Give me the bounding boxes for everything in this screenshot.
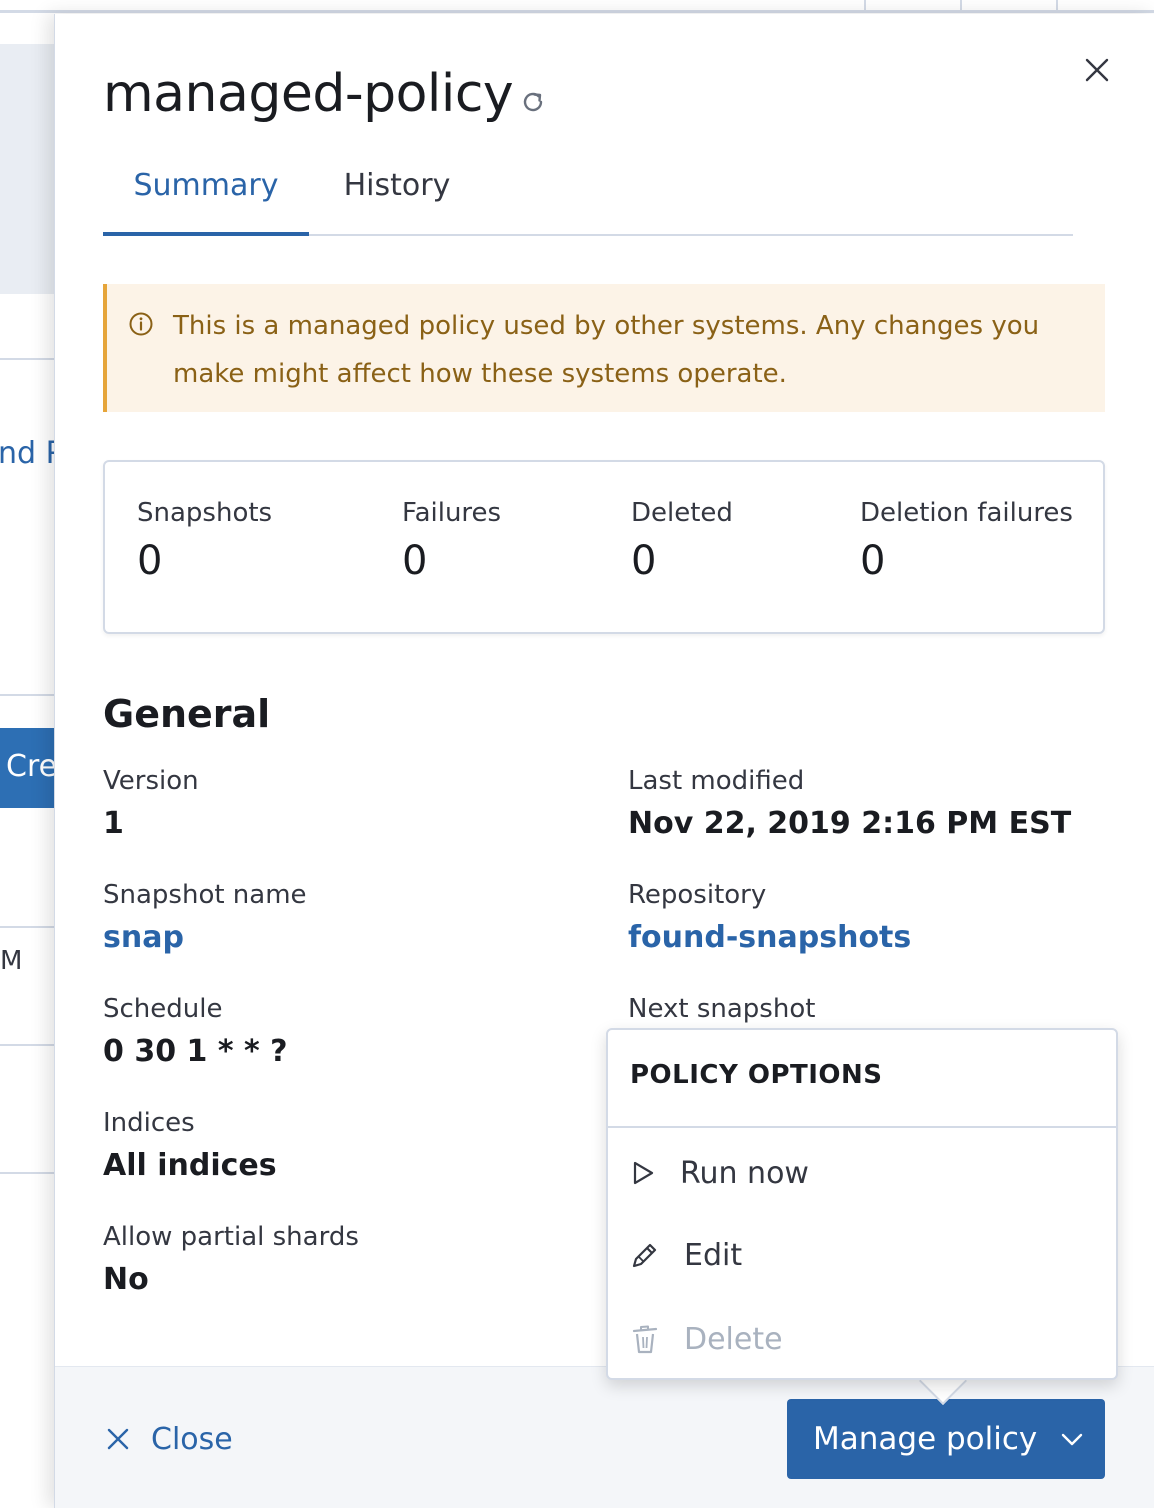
menu-item-label: Run now xyxy=(680,1155,809,1191)
general-section-title: General xyxy=(103,692,271,736)
flyout-footer: Close Manage policy xyxy=(55,1366,1154,1508)
field-allow-partial-shards: Allow partial shards No xyxy=(103,1222,359,1297)
background-link-text[interactable]: nd P xyxy=(0,436,54,471)
stat-label: Failures xyxy=(402,498,502,528)
close-button-label: Close xyxy=(151,1421,233,1457)
field-value: Nov 22, 2019 2:16 PM EST xyxy=(628,806,1072,841)
field-version: Version 1 xyxy=(103,766,199,841)
field-snapshot-name: Snapshot name snap xyxy=(103,880,307,955)
background-column-separator xyxy=(1056,0,1058,12)
flyout-title: managed-policy xyxy=(103,64,514,124)
popover-title: POLICY OPTIONS xyxy=(630,1060,883,1090)
snapshot-stats-panel: Snapshots 0 Failures 0 Deleted 0 Deletio… xyxy=(103,460,1105,634)
tab-history[interactable]: History xyxy=(309,168,485,236)
stat-value: 0 xyxy=(860,538,886,584)
background-divider xyxy=(0,694,54,696)
chevron-down-icon xyxy=(1062,1433,1083,1446)
background-text: M xyxy=(0,946,23,976)
stat-deletion-failures: Deletion failures 0 xyxy=(860,498,1073,584)
field-next-snapshot: Next snapshot xyxy=(628,994,815,1024)
field-value: 1 xyxy=(103,806,124,841)
callout-text: This is a managed policy used by other s… xyxy=(173,311,1040,389)
field-indices: Indices All indices xyxy=(103,1108,277,1183)
background-column-separator xyxy=(960,0,962,12)
stat-failures: Failures 0 xyxy=(402,498,501,584)
menu-item-delete[interactable]: Delete xyxy=(630,1314,783,1364)
field-label: Schedule xyxy=(103,994,223,1024)
tab-summary[interactable]: Summary xyxy=(103,168,309,236)
menu-item-run-now[interactable]: Run now xyxy=(630,1148,809,1198)
stat-value: 0 xyxy=(402,538,428,584)
field-label: Next snapshot xyxy=(628,994,816,1024)
play-icon xyxy=(633,1161,654,1185)
tab-bar: Summary History xyxy=(103,154,1073,236)
popover-divider xyxy=(608,1126,1116,1128)
close-icon[interactable] xyxy=(1081,54,1113,86)
policy-options-popover: POLICY OPTIONS Run now Edit Delete xyxy=(606,1028,1118,1380)
manage-policy-button-label: Manage policy xyxy=(813,1421,1038,1457)
close-button[interactable]: Close xyxy=(105,1417,233,1461)
stat-deleted: Deleted 0 xyxy=(631,498,733,584)
field-value: No xyxy=(103,1262,149,1297)
field-schedule: Schedule 0 30 1 * * ? xyxy=(103,994,288,1069)
stat-value: 0 xyxy=(631,538,657,584)
menu-item-label: Edit xyxy=(684,1237,743,1273)
field-value: 0 30 1 * * ? xyxy=(103,1034,288,1069)
stat-value: 0 xyxy=(137,538,163,584)
stat-label: Deletion failures xyxy=(860,498,1073,528)
background-divider xyxy=(0,1172,54,1174)
repository-link[interactable]: found-snapshots xyxy=(628,920,911,955)
background-divider xyxy=(0,358,54,360)
stat-label: Deleted xyxy=(631,498,733,528)
manage-policy-button[interactable]: Manage policy xyxy=(787,1399,1105,1479)
background-page: nd P Cre M xyxy=(0,0,54,1508)
field-last-modified: Last modified Nov 22, 2019 2:16 PM EST xyxy=(628,766,1071,841)
menu-item-label: Delete xyxy=(684,1321,783,1357)
stat-snapshots: Snapshots 0 xyxy=(137,498,272,584)
field-repository: Repository found-snapshots xyxy=(628,880,911,955)
snapshot-name-link[interactable]: snap xyxy=(103,920,307,955)
field-label: Last modified xyxy=(628,766,805,796)
trash-icon xyxy=(632,1325,658,1354)
close-icon xyxy=(107,1428,129,1450)
background-divider xyxy=(0,1044,54,1046)
background-panel xyxy=(0,44,54,294)
stat-label: Snapshots xyxy=(137,498,273,528)
field-value: All indices xyxy=(103,1148,277,1183)
info-icon xyxy=(129,312,153,336)
background-top-border xyxy=(0,10,1154,13)
field-label: Version xyxy=(103,766,199,796)
managed-policy-warning-callout: This is a managed policy used by other s… xyxy=(103,284,1105,412)
background-create-button[interactable]: Cre xyxy=(0,728,54,808)
field-label: Snapshot name xyxy=(103,880,307,910)
field-label: Allow partial shards xyxy=(103,1222,359,1252)
menu-item-edit[interactable]: Edit xyxy=(630,1230,742,1280)
field-label: Repository xyxy=(628,880,767,910)
field-label: Indices xyxy=(103,1108,195,1138)
reload-icon[interactable] xyxy=(519,88,547,116)
background-divider xyxy=(0,926,54,928)
pencil-icon xyxy=(632,1243,657,1268)
background-column-separator xyxy=(864,0,866,12)
